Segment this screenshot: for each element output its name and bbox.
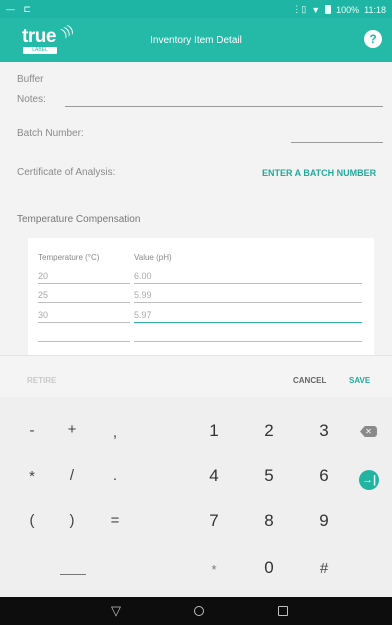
- key-close-paren[interactable]: ): [57, 512, 87, 529]
- wifi-icon: ▼: [311, 4, 321, 15]
- enter-batch-number-link[interactable]: ENTER A BATCH NUMBER: [262, 168, 376, 178]
- temperature-cell[interactable]: 30: [38, 310, 48, 320]
- battery-icon: [325, 5, 332, 14]
- value-underline: [134, 302, 362, 303]
- key-period[interactable]: .: [100, 467, 130, 484]
- key-4[interactable]: 4: [199, 466, 229, 486]
- temperature-underline: [38, 322, 130, 323]
- numeric-keypad: - + , 1 2 3 ✕ * / . 4 5 6 →| ( ) = 7 8 9…: [0, 397, 392, 597]
- key-minus[interactable]: -: [17, 422, 47, 439]
- retire-button[interactable]: RETIRE: [27, 376, 56, 385]
- value-column-header: Value (pH): [134, 253, 172, 262]
- temperature-cell[interactable]: 25: [38, 290, 48, 300]
- key-asterisk[interactable]: *: [17, 468, 47, 485]
- key-equals[interactable]: =: [100, 512, 130, 529]
- next-field-icon[interactable]: →|: [359, 470, 379, 490]
- help-icon[interactable]: ?: [364, 30, 382, 48]
- key-open-paren[interactable]: (: [17, 512, 47, 529]
- recent-apps-icon[interactable]: [278, 606, 288, 616]
- section-label: Buffer: [17, 74, 44, 85]
- coa-label: Certificate of Analysis:: [17, 167, 116, 178]
- value-underline: [134, 283, 362, 284]
- key-8[interactable]: 8: [254, 511, 284, 531]
- app-bar: true ))) LABEL Inventory Item Detail ?: [0, 18, 392, 62]
- key-1[interactable]: 1: [199, 421, 229, 441]
- temperature-underline: [38, 302, 130, 303]
- value-underline-focused: [134, 322, 362, 323]
- key-5[interactable]: 5: [254, 466, 284, 486]
- clock: 11:18: [364, 4, 386, 15]
- temperature-compensation-title: Temperature Compensation: [17, 214, 141, 225]
- batch-number-label: Batch Number:: [17, 128, 84, 139]
- status-bar: — ⊏ ⋮▯ ▼ 100% 11:18: [0, 0, 392, 18]
- backspace-icon[interactable]: ✕: [360, 426, 377, 437]
- batch-number-field[interactable]: [291, 142, 383, 143]
- cancel-button[interactable]: CANCEL: [293, 376, 326, 385]
- space-key[interactable]: [60, 574, 86, 575]
- temperature-table: Temperature (°C) Value (pH) 20 6.00 25 5…: [28, 238, 374, 356]
- save-button[interactable]: SAVE: [349, 376, 370, 385]
- notes-label: Notes:: [17, 94, 46, 105]
- key-0[interactable]: 0: [254, 558, 284, 578]
- battery-level: 100%: [336, 4, 360, 15]
- value-cell[interactable]: 6.00: [134, 271, 152, 281]
- key-plus[interactable]: +: [57, 421, 87, 438]
- value-underline: [134, 341, 362, 342]
- temperature-underline: [38, 283, 130, 284]
- status-icons: ⋮▯ ▼ 100% 11:18: [292, 4, 386, 15]
- notes-field[interactable]: [65, 106, 383, 107]
- vibrate-icon: ⋮▯: [292, 4, 307, 14]
- temperature-cell[interactable]: 20: [38, 271, 48, 281]
- key-7[interactable]: 7: [199, 511, 229, 531]
- key-slash[interactable]: /: [57, 467, 87, 484]
- key-asterisk-bottom[interactable]: *: [199, 562, 229, 577]
- key-6[interactable]: 6: [309, 466, 339, 486]
- temperature-column-header: Temperature (°C): [38, 253, 100, 262]
- value-cell[interactable]: 5.99: [134, 290, 152, 300]
- key-3[interactable]: 3: [309, 421, 339, 441]
- home-icon[interactable]: [194, 606, 204, 616]
- system-nav-bar: ▽: [0, 597, 392, 625]
- key-hash[interactable]: #: [309, 560, 339, 577]
- logo-tag: LABEL: [23, 47, 57, 54]
- action-bar: RETIRE CANCEL SAVE: [0, 355, 392, 397]
- back-icon[interactable]: ▽: [106, 603, 126, 619]
- value-cell-focused[interactable]: 5.97: [134, 310, 152, 320]
- notification-icons: — ⊏: [6, 4, 35, 14]
- key-comma[interactable]: ,: [100, 424, 130, 441]
- temperature-underline: [38, 341, 130, 342]
- key-9[interactable]: 9: [309, 511, 339, 531]
- item-detail-form: Buffer Notes: Batch Number: Certificate …: [0, 62, 392, 356]
- key-2[interactable]: 2: [254, 421, 284, 441]
- page-title: Inventory Item Detail: [150, 35, 242, 46]
